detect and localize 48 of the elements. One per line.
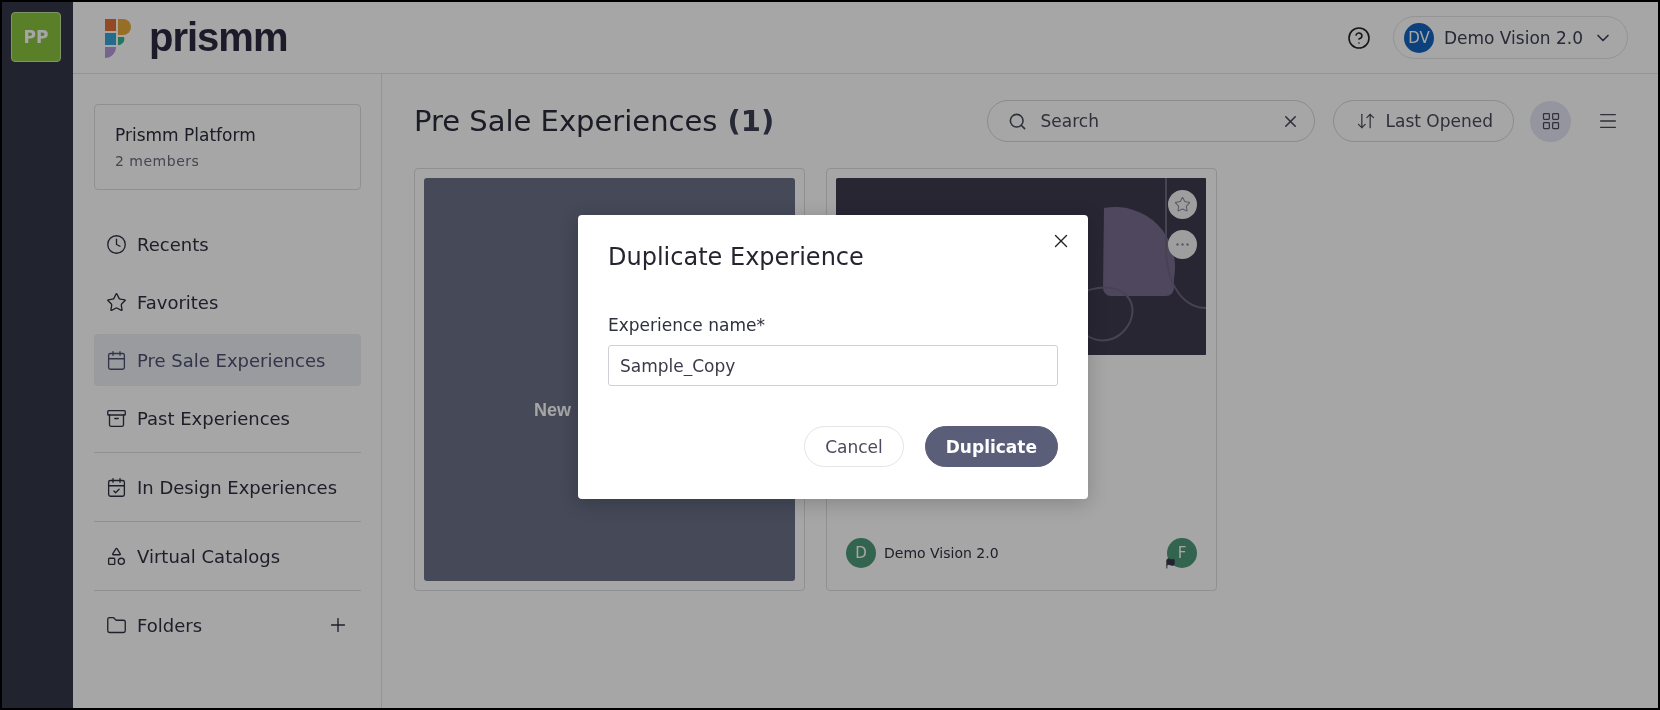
user-avatar: DV [1403,22,1434,53]
page-title: Pre Sale Experiences [414,104,718,138]
sidebar-item-label: Past Experiences [137,407,290,429]
sort-button[interactable]: Last Opened [1332,100,1514,142]
archive-icon [106,407,127,429]
member-count: 2 members [115,153,201,169]
folder-icon [106,614,127,636]
sidebar-item[interactable]: Pre Sale Experiences [94,334,361,386]
sidebar-item[interactable]: Favorites [94,276,361,328]
sidebar-item-label: Pre Sale Experiences [137,349,326,371]
folders-label[interactable]: Folders [137,614,202,636]
new-label: New [534,400,571,421]
sidebar-item-label: Favorites [137,291,219,313]
grid-view-button[interactable] [1530,100,1571,142]
calendar-check-icon [106,476,127,498]
sort-icon [1355,111,1376,131]
help-icon[interactable] [1346,25,1371,50]
search-icon [1007,111,1027,131]
user-menu-button[interactable]: DV Demo Vision 2.0 [1392,16,1628,59]
ellipsis-icon [1176,243,1189,246]
cancel-button[interactable]: Cancel [804,426,904,467]
duplicate-button[interactable]: Duplicate [924,426,1058,467]
item-count: (1) [727,104,775,138]
logo-icon [103,16,131,59]
sidebar-item-label: Recents [137,233,209,255]
owner-name: Demo Vision 2.0 [884,545,999,561]
sidebar-item-label: Virtual Catalogs [137,545,281,567]
calendar-icon [106,349,127,371]
star-icon [106,291,127,313]
sidebar-item-label: In Design Experiences [137,476,338,498]
logo-text: prismm [149,15,288,60]
clock-icon [106,233,127,255]
name-input-field[interactable]: Sample_Copy [608,345,1058,386]
dialog-title: Duplicate Experience [608,243,865,271]
flag-icon [1165,558,1176,569]
grid-icon [1540,111,1561,131]
workspace-name: Prismm Platform [115,125,257,145]
sidebar-item[interactable]: In Design Experiences [94,461,361,513]
sidebar-item[interactable]: Virtual Catalogs [94,530,361,582]
search-input[interactable]: Search [1038,110,1269,132]
workspace-card[interactable]: Prismm Platform 2 members [94,104,361,190]
sidebar-item[interactable]: Recents [94,218,361,270]
sidebar-item[interactable]: Past Experiences [94,392,361,444]
owner-avatar: D [846,538,876,568]
collaborator-avatar: F [1167,538,1197,568]
star-icon [1174,196,1191,213]
shapes-icon [106,545,127,567]
field-label: Experience name* [608,315,766,335]
